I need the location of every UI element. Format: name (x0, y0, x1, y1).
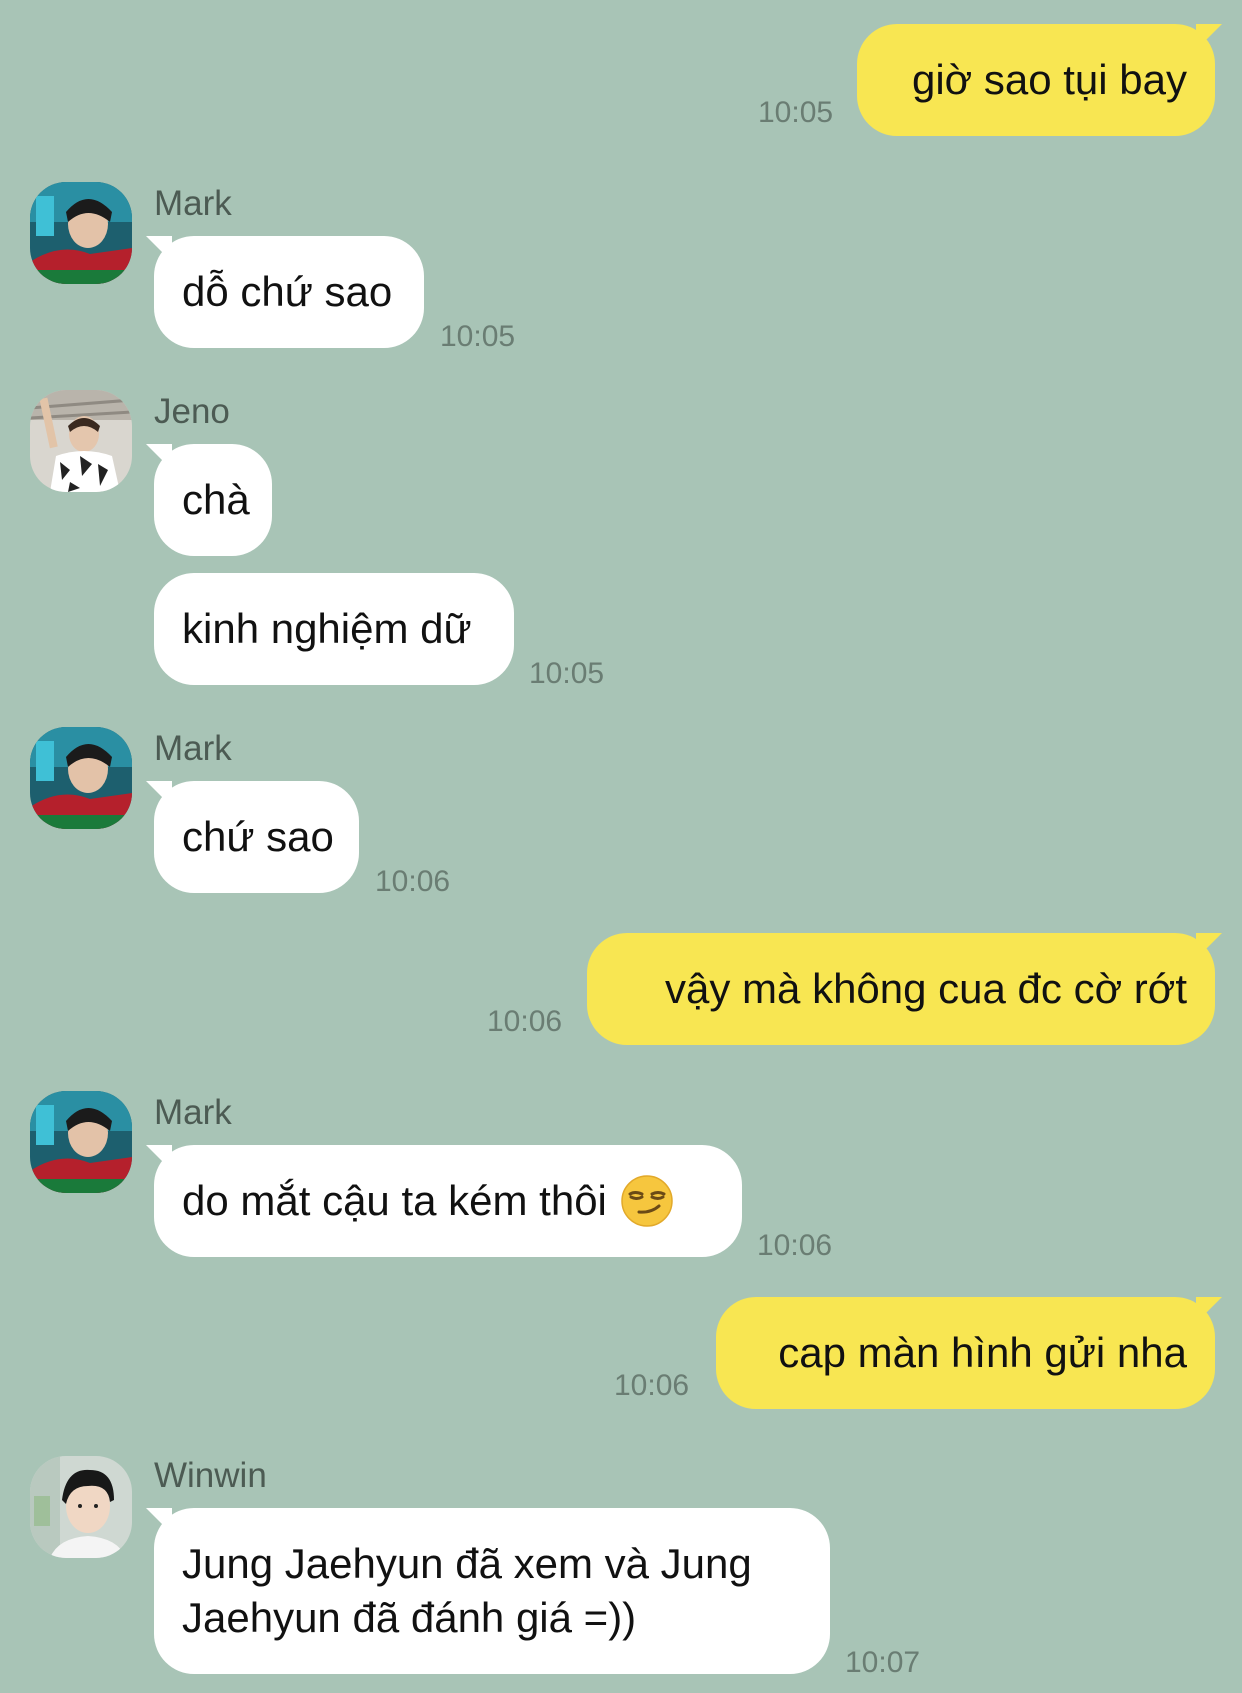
incoming-message-bubble[interactable]: kinh nghiệm dữ (154, 573, 514, 685)
message-text: giờ sao tụi bay (911, 56, 1187, 103)
message-text: cap màn hình gửi nha (778, 1329, 1187, 1376)
incoming-message-bubble[interactable]: dỗ chứ sao (154, 236, 424, 348)
smirking-face-emoji (621, 1175, 673, 1227)
message-text: vậy mà không cua đc cờ rớt (665, 965, 1187, 1012)
message-text: dỗ chứ sao (182, 268, 393, 315)
sender-name: Jeno (154, 392, 230, 431)
sender-name: Mark (154, 184, 232, 223)
message-timestamp: 10:05 (758, 96, 834, 129)
message-timestamp: 10:06 (375, 865, 451, 898)
incoming-message-bubble[interactable]: Jung Jaehyun đã xem và Jung Jaehyun đã đ… (154, 1508, 830, 1674)
message-timestamp: 10:06 (757, 1229, 833, 1262)
outgoing-message-bubble[interactable]: giờ sao tụi bay (857, 24, 1215, 136)
outgoing-message-bubble[interactable]: cap màn hình gửi nha (716, 1297, 1215, 1409)
incoming-message-bubble[interactable]: do mắt cậu ta kém thôi (154, 1145, 742, 1257)
message-timestamp: 10:06 (487, 1005, 563, 1038)
jeno-avatar[interactable] (30, 390, 132, 492)
message-timestamp: 10:06 (614, 1369, 690, 1402)
outgoing-message-bubble[interactable]: vậy mà không cua đc cờ rớt (587, 933, 1215, 1045)
message-text: kinh nghiệm dữ (182, 605, 472, 652)
sender-name: Mark (154, 729, 232, 768)
message-text: do mắt cậu ta kém thôi (182, 1177, 607, 1224)
message-text: Jung Jaehyun đã xem và Jung Jaehyun đã đ… (182, 1540, 752, 1641)
winwin-avatar[interactable] (30, 1456, 132, 1558)
mark-avatar[interactable] (30, 727, 132, 829)
incoming-message-bubble[interactable]: chứ sao (154, 781, 359, 893)
sender-name: Mark (154, 1093, 232, 1132)
message-text: chà (182, 476, 250, 523)
incoming-message-bubble[interactable]: chà (154, 444, 272, 556)
mark-avatar[interactable] (30, 182, 132, 284)
sender-name: Winwin (154, 1456, 267, 1495)
message-timestamp: 10:05 (529, 657, 605, 690)
message-text: chứ sao (182, 813, 334, 860)
message-timestamp: 10:07 (845, 1646, 921, 1679)
message-timestamp: 10:05 (440, 320, 516, 353)
mark-avatar[interactable] (30, 1091, 132, 1193)
